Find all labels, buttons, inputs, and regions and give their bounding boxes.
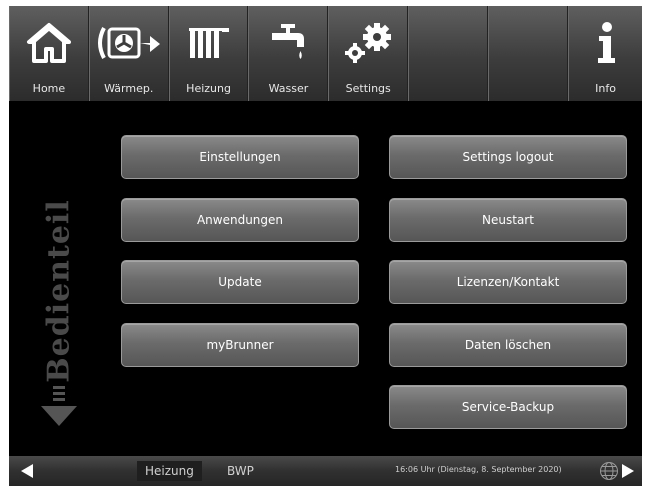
faucet-icon bbox=[249, 20, 327, 66]
nav-info[interactable]: Info bbox=[568, 6, 642, 101]
nav-empty-slot bbox=[488, 6, 569, 101]
einstellungen-button[interactable]: Einstellungen bbox=[121, 135, 359, 179]
scroll-down-arrow-icon[interactable] bbox=[39, 384, 79, 430]
nav-settings[interactable]: Settings bbox=[328, 6, 409, 101]
nav-heizung-label: Heizung bbox=[186, 82, 231, 95]
anwendungen-button[interactable]: Anwendungen bbox=[121, 198, 359, 242]
status-datetime: 16:06 Uhr (Dienstag, 8. September 2020) bbox=[395, 465, 562, 474]
radiator-icon bbox=[170, 20, 248, 66]
globe-icon[interactable] bbox=[599, 461, 619, 481]
tab-bwp[interactable]: BWP bbox=[219, 461, 262, 481]
settings-logout-button[interactable]: Settings logout bbox=[389, 135, 627, 179]
nav-info-label: Info bbox=[595, 82, 616, 95]
side-label: Bedienteil bbox=[39, 196, 79, 386]
service-backup-button[interactable]: Service-Backup bbox=[389, 385, 627, 429]
arrow-right-icon[interactable] bbox=[620, 463, 636, 479]
nav-settings-label: Settings bbox=[345, 82, 391, 95]
nav-wasser[interactable]: Wasser bbox=[248, 6, 329, 101]
nav-heatpump-label: Wärmep. bbox=[104, 82, 154, 95]
nav-home-label: Home bbox=[32, 82, 66, 95]
top-nav-bar: Home Wärmep. Heizung Wasser Settings Inf… bbox=[9, 6, 642, 101]
arrow-left-icon[interactable] bbox=[19, 463, 35, 479]
tab-heizung[interactable]: Heizung bbox=[137, 461, 202, 481]
neustart-button[interactable]: Neustart bbox=[389, 198, 627, 242]
device-screen: Home Wärmep. Heizung Wasser Settings Inf… bbox=[9, 6, 642, 486]
bottom-status-bar: Heizung BWP 16:06 Uhr (Dienstag, 8. Sept… bbox=[9, 456, 642, 486]
heat-pump-icon bbox=[90, 20, 168, 66]
lizenzen-kontakt-button[interactable]: Lizenzen/Kontakt bbox=[389, 260, 627, 304]
update-button[interactable]: Update bbox=[121, 260, 359, 304]
mybrunner-button[interactable]: myBrunner bbox=[121, 323, 359, 367]
home-icon bbox=[10, 20, 88, 66]
nav-heizung[interactable]: Heizung bbox=[168, 6, 249, 101]
nav-home[interactable]: Home bbox=[9, 6, 89, 101]
daten-loeschen-button[interactable]: Daten löschen bbox=[389, 323, 627, 367]
gears-icon bbox=[329, 20, 407, 66]
nav-wasser-label: Wasser bbox=[268, 82, 309, 95]
nav-empty-slot bbox=[408, 6, 489, 101]
nav-heatpump[interactable]: Wärmep. bbox=[88, 6, 169, 101]
info-icon bbox=[569, 20, 642, 66]
side-label-text: Bedienteil bbox=[41, 199, 77, 383]
